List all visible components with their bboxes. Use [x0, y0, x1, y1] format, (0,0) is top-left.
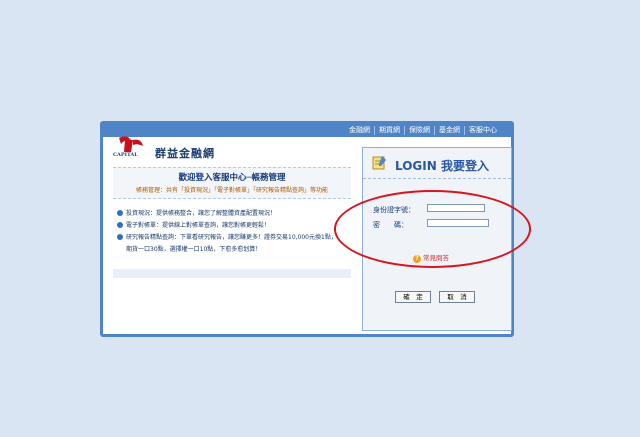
list-item: 電子對帳單：提供線上對帳單查詢，讓您對帳更輕鬆！	[117, 220, 270, 229]
notepad-icon	[372, 156, 386, 170]
nav-link-finance[interactable]: 金融網	[345, 126, 374, 135]
confirm-button[interactable]: 確 定	[395, 291, 431, 303]
divider-strip	[113, 269, 351, 278]
top-nav: 金融網 期貨網 保險網 基金網 客服中心	[345, 124, 501, 137]
bullet-icon	[117, 234, 123, 240]
welcome-subtitle: 帳務管理：共有「投資現況」「電子對帳單」「研究報告精點查詢」等功能	[135, 187, 328, 194]
feature-list: 投資現況：提供帳務整合，讓您了解整體資產配置現況！ 電子對帳單：提供線上對帳單查…	[113, 204, 351, 275]
welcome-banner: 歡迎登入客服中心─帳務管理 帳務管理：共有「投資現況」「電子對帳單」「研究報告精…	[113, 167, 351, 199]
highlight-ring	[334, 190, 531, 268]
cancel-button[interactable]: 取 消	[439, 291, 475, 303]
bullet-icon	[117, 222, 123, 228]
list-item: 研究報告精點查詢：下單看研究報告，讓您賺更多！證券交易10,000元換1點，	[117, 232, 337, 241]
list-item: 期貨一口30點，選擇權一口10點，下愈多愈划算！	[126, 246, 262, 253]
list-item: 投資現況：提供帳務整合，讓您了解整體資產配置現況！	[117, 208, 276, 217]
nav-link-service[interactable]: 客服中心	[464, 126, 501, 135]
nav-link-funds[interactable]: 基金網	[434, 126, 464, 135]
nav-link-futures[interactable]: 期貨網	[374, 126, 404, 135]
login-title: LOGIN 我要登入	[395, 159, 489, 173]
brand-sub: CAPITAL	[113, 152, 138, 158]
nav-link-insurance[interactable]: 保險網	[404, 126, 434, 135]
welcome-title: 歡迎登入客服中心─帳務管理	[178, 173, 286, 183]
bullet-icon	[117, 210, 123, 216]
login-header: LOGIN 我要登入	[363, 148, 511, 179]
brand-logo[interactable]: CAPITAL 群益金融網	[111, 136, 221, 160]
brand-name: 群益金融網	[155, 147, 215, 160]
